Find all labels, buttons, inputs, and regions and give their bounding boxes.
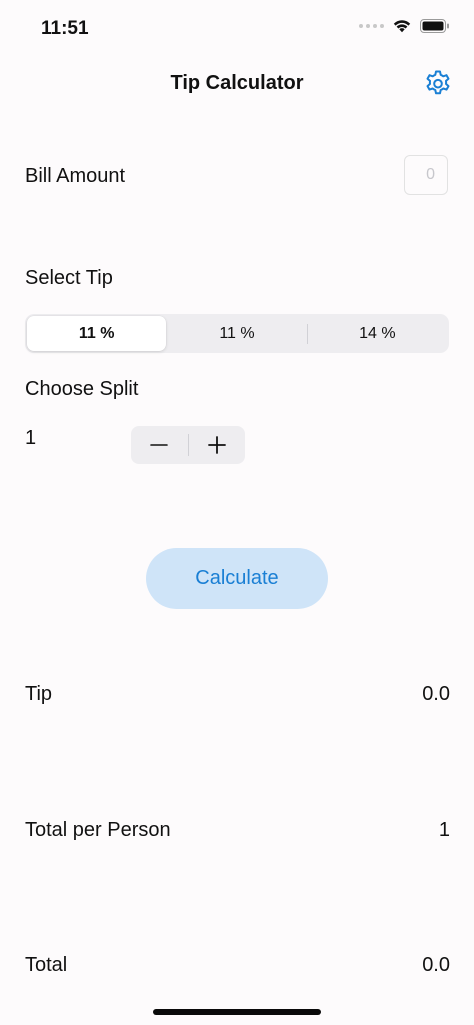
page-title: Tip Calculator — [170, 72, 304, 94]
total-value: 0.0 — [422, 954, 450, 976]
cellular-signal-icon — [359, 23, 384, 28]
bill-amount-input[interactable] — [404, 155, 448, 195]
tip-segmented-control: 11 % 11 % 14 % — [25, 314, 449, 353]
total-label: Total — [25, 954, 68, 976]
bill-amount-label: Bill Amount — [25, 165, 126, 187]
tip-label: Tip — [25, 683, 53, 705]
decrement-button[interactable] — [131, 426, 188, 464]
choose-split-label: Choose Split — [25, 378, 139, 400]
gear-icon — [426, 70, 450, 95]
settings-button[interactable] — [423, 69, 453, 99]
tip-option-3[interactable]: 14 % — [308, 316, 447, 351]
total-per-person-label: Total per Person — [25, 819, 171, 841]
plus-icon — [207, 436, 226, 454]
minus-icon — [150, 444, 169, 446]
tip-option-2[interactable]: 11 % — [167, 316, 306, 351]
status-time: 11:51 — [41, 18, 89, 39]
calculate-button[interactable]: Calculate — [146, 548, 328, 609]
split-stepper — [131, 426, 245, 464]
status-icons — [359, 18, 450, 33]
tip-value: 0.0 — [422, 683, 450, 705]
select-tip-label: Select Tip — [25, 267, 113, 289]
battery-icon — [420, 18, 449, 33]
split-count-value: 1 — [25, 427, 37, 449]
home-indicator[interactable] — [153, 1009, 321, 1015]
total-per-person-value: 1 — [438, 819, 450, 841]
wifi-icon — [393, 20, 411, 33]
tip-option-1[interactable]: 11 % — [27, 316, 167, 351]
increment-button[interactable] — [189, 426, 246, 464]
